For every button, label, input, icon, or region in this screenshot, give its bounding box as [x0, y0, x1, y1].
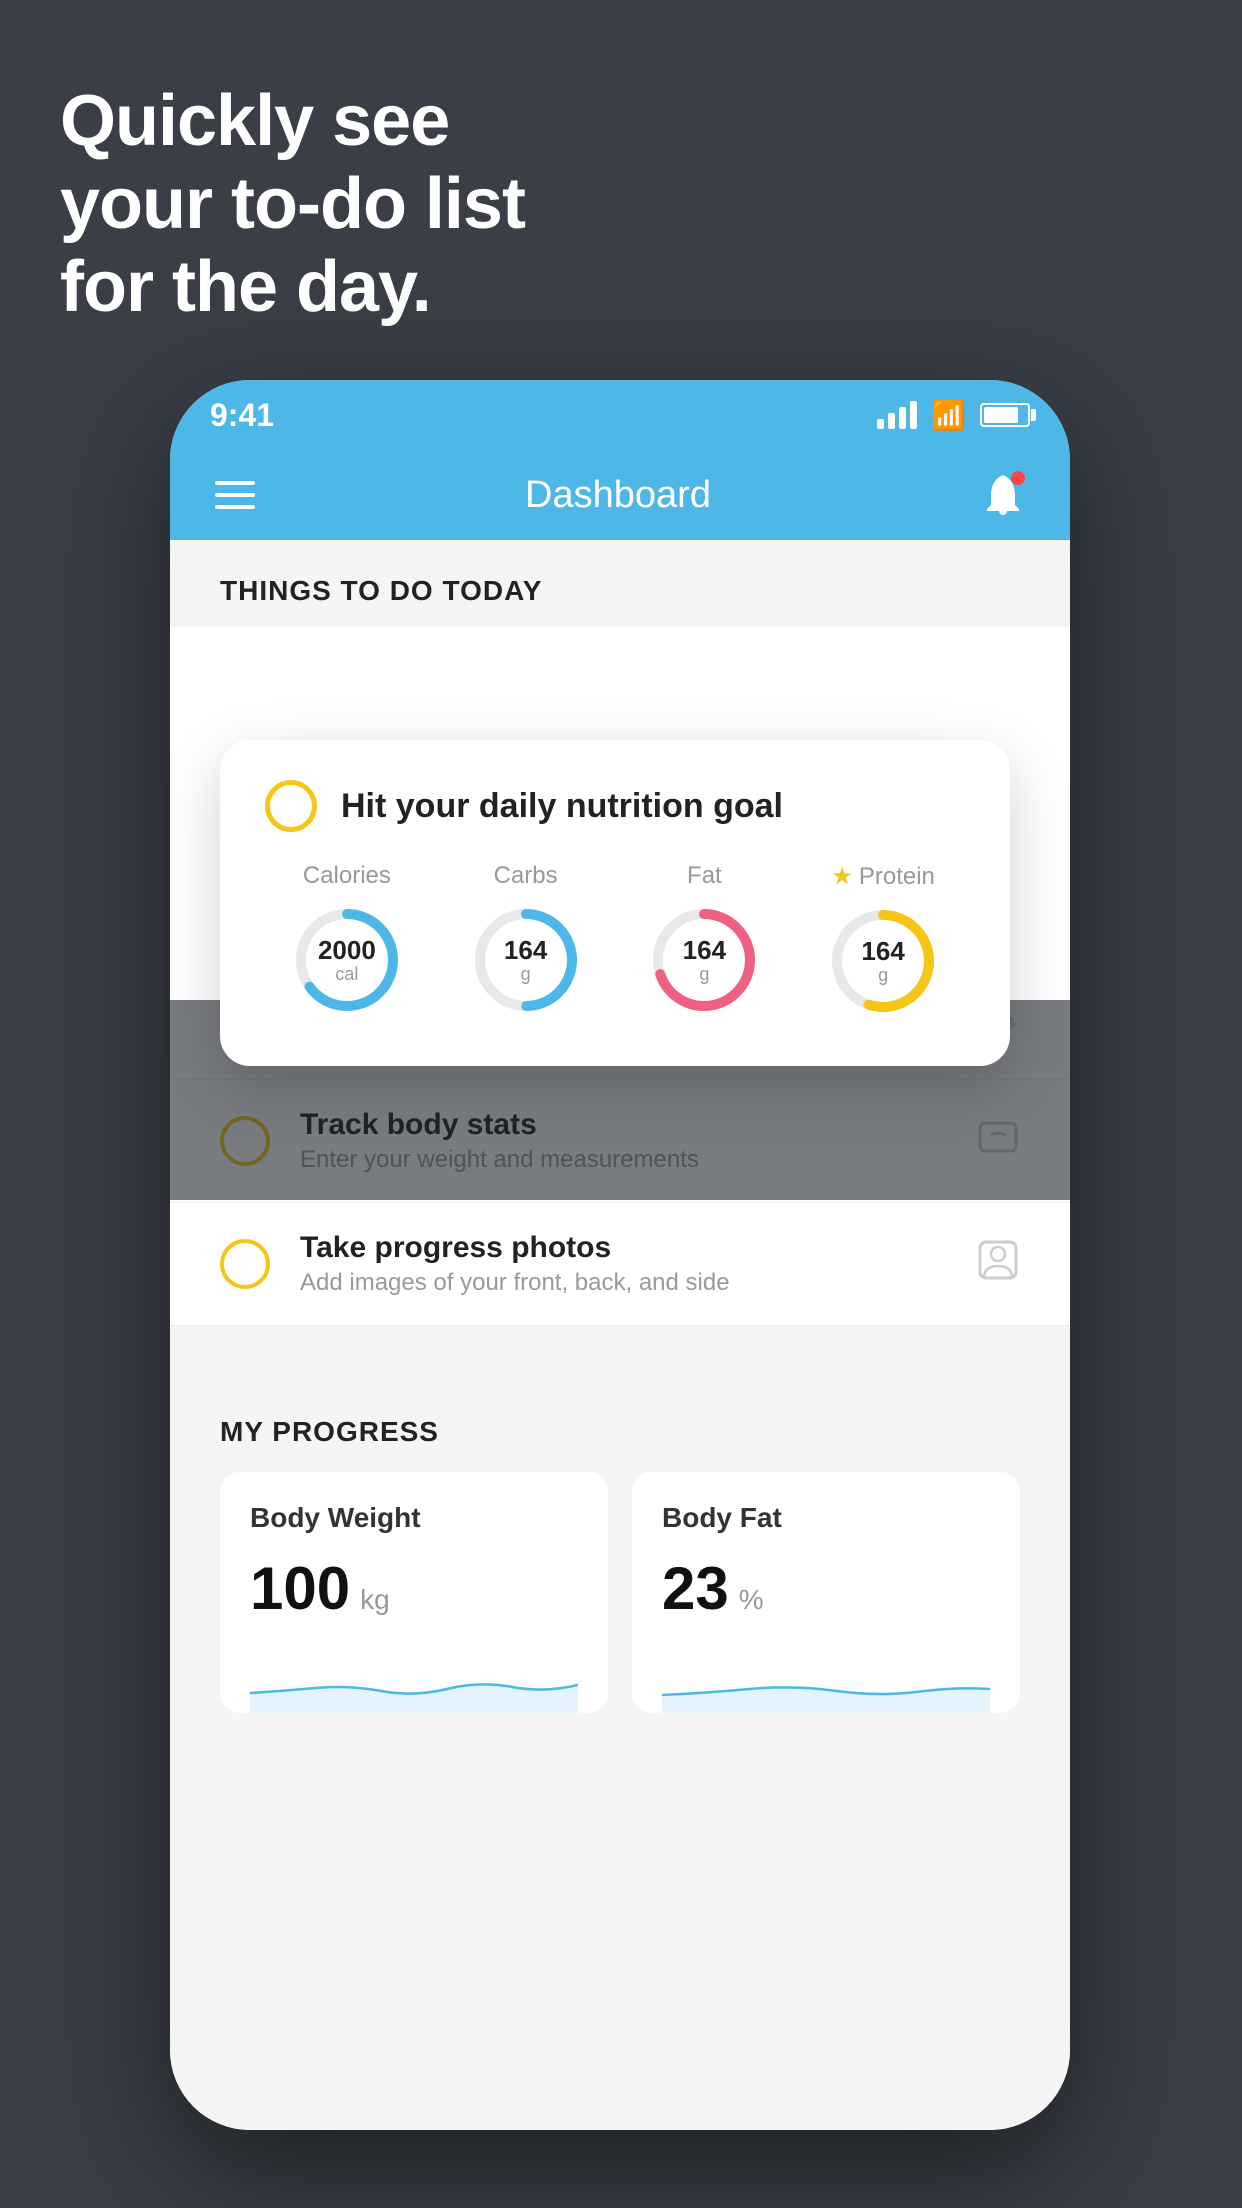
nutrition-circle-icon	[265, 780, 317, 832]
battery-icon	[980, 403, 1030, 427]
fat-donut: 164 g	[644, 900, 764, 1020]
todo-title-progress-photos: Take progress photos	[300, 1231, 946, 1265]
hero-line2: your to-do list	[60, 163, 525, 246]
nav-title: Dashboard	[525, 474, 711, 517]
body-fat-label: Body Fat	[662, 1502, 990, 1534]
macro-fat-label: Fat	[687, 862, 722, 890]
body-weight-chart	[250, 1653, 578, 1713]
body-fat-unit: %	[739, 1584, 764, 1616]
macro-calories-label: Calories	[303, 862, 391, 890]
body-fat-value: 23	[662, 1554, 729, 1623]
todo-item-progress-photos[interactable]: Take progress photos Add images of your …	[170, 1203, 1070, 1326]
wifi-icon: 📶	[931, 399, 966, 432]
hero-text: Quickly see your to-do list for the day.	[60, 80, 525, 328]
macro-protein: ★ Protein 164 g	[823, 862, 943, 1021]
star-icon: ★	[831, 862, 853, 891]
person-icon	[976, 1238, 1020, 1291]
phone-wrapper: 9:41 📶 Dashboard	[170, 380, 1070, 2130]
nutrition-header: Hit your daily nutrition goal	[265, 780, 965, 832]
todo-checkbox-progress-photos[interactable]	[220, 1239, 270, 1289]
macro-carbs: Carbs 164 g	[466, 862, 586, 1021]
protein-unit: g	[861, 965, 904, 985]
fat-unit: g	[683, 964, 726, 984]
bell-notification-dot	[1011, 471, 1025, 485]
macro-carbs-label: Carbs	[494, 862, 558, 890]
status-time: 9:41	[210, 397, 274, 434]
body-weight-card: Body Weight 100 kg	[220, 1472, 608, 1713]
nutrition-macros: Calories 2000 cal Carbs	[265, 862, 965, 1021]
nav-bar: Dashboard	[170, 450, 1070, 540]
calories-value: 2000	[318, 936, 376, 965]
progress-section: MY PROGRESS Body Weight 100 kg	[170, 1376, 1070, 1743]
hamburger-icon[interactable]	[215, 481, 255, 509]
calories-donut: 2000 cal	[287, 900, 407, 1020]
hero-line3: for the day.	[60, 246, 525, 329]
carbs-unit: g	[504, 964, 547, 984]
phone-frame: 9:41 📶 Dashboard	[170, 380, 1070, 2130]
section-title: THINGS TO DO TODAY	[220, 575, 1020, 607]
todo-text-progress-photos: Take progress photos Add images of your …	[300, 1231, 946, 1297]
protein-donut: 164 g	[823, 901, 943, 1021]
spacer	[170, 1326, 1070, 1376]
macro-calories: Calories 2000 cal	[287, 862, 407, 1021]
body-fat-value-row: 23 %	[662, 1554, 990, 1623]
nutrition-title: Hit your daily nutrition goal	[341, 787, 783, 826]
protein-value: 164	[861, 937, 904, 966]
progress-cards: Body Weight 100 kg	[220, 1472, 1020, 1713]
section-header: THINGS TO DO TODAY	[170, 540, 1070, 627]
status-icons: 📶	[877, 399, 1030, 432]
macro-fat: Fat 164 g	[644, 862, 764, 1021]
body-fat-chart	[662, 1653, 990, 1713]
body-weight-unit: kg	[360, 1584, 390, 1616]
macro-protein-label: ★ Protein	[831, 862, 935, 891]
progress-title: MY PROGRESS	[220, 1416, 1020, 1448]
carbs-donut: 164 g	[466, 900, 586, 1020]
status-bar: 9:41 📶	[170, 380, 1070, 450]
fat-value: 164	[683, 936, 726, 965]
signal-icon	[877, 401, 917, 429]
calories-unit: cal	[318, 964, 376, 984]
hero-line1: Quickly see	[60, 80, 525, 163]
body-weight-value: 100	[250, 1554, 350, 1623]
carbs-value: 164	[504, 936, 547, 965]
body-fat-card: Body Fat 23 %	[632, 1472, 1020, 1713]
nutrition-card: Hit your daily nutrition goal Calories 2…	[220, 740, 1010, 1066]
body-weight-value-row: 100 kg	[250, 1554, 578, 1623]
todo-subtitle-progress-photos: Add images of your front, back, and side	[300, 1269, 946, 1297]
bell-icon[interactable]	[981, 471, 1025, 519]
body-weight-label: Body Weight	[250, 1502, 578, 1534]
